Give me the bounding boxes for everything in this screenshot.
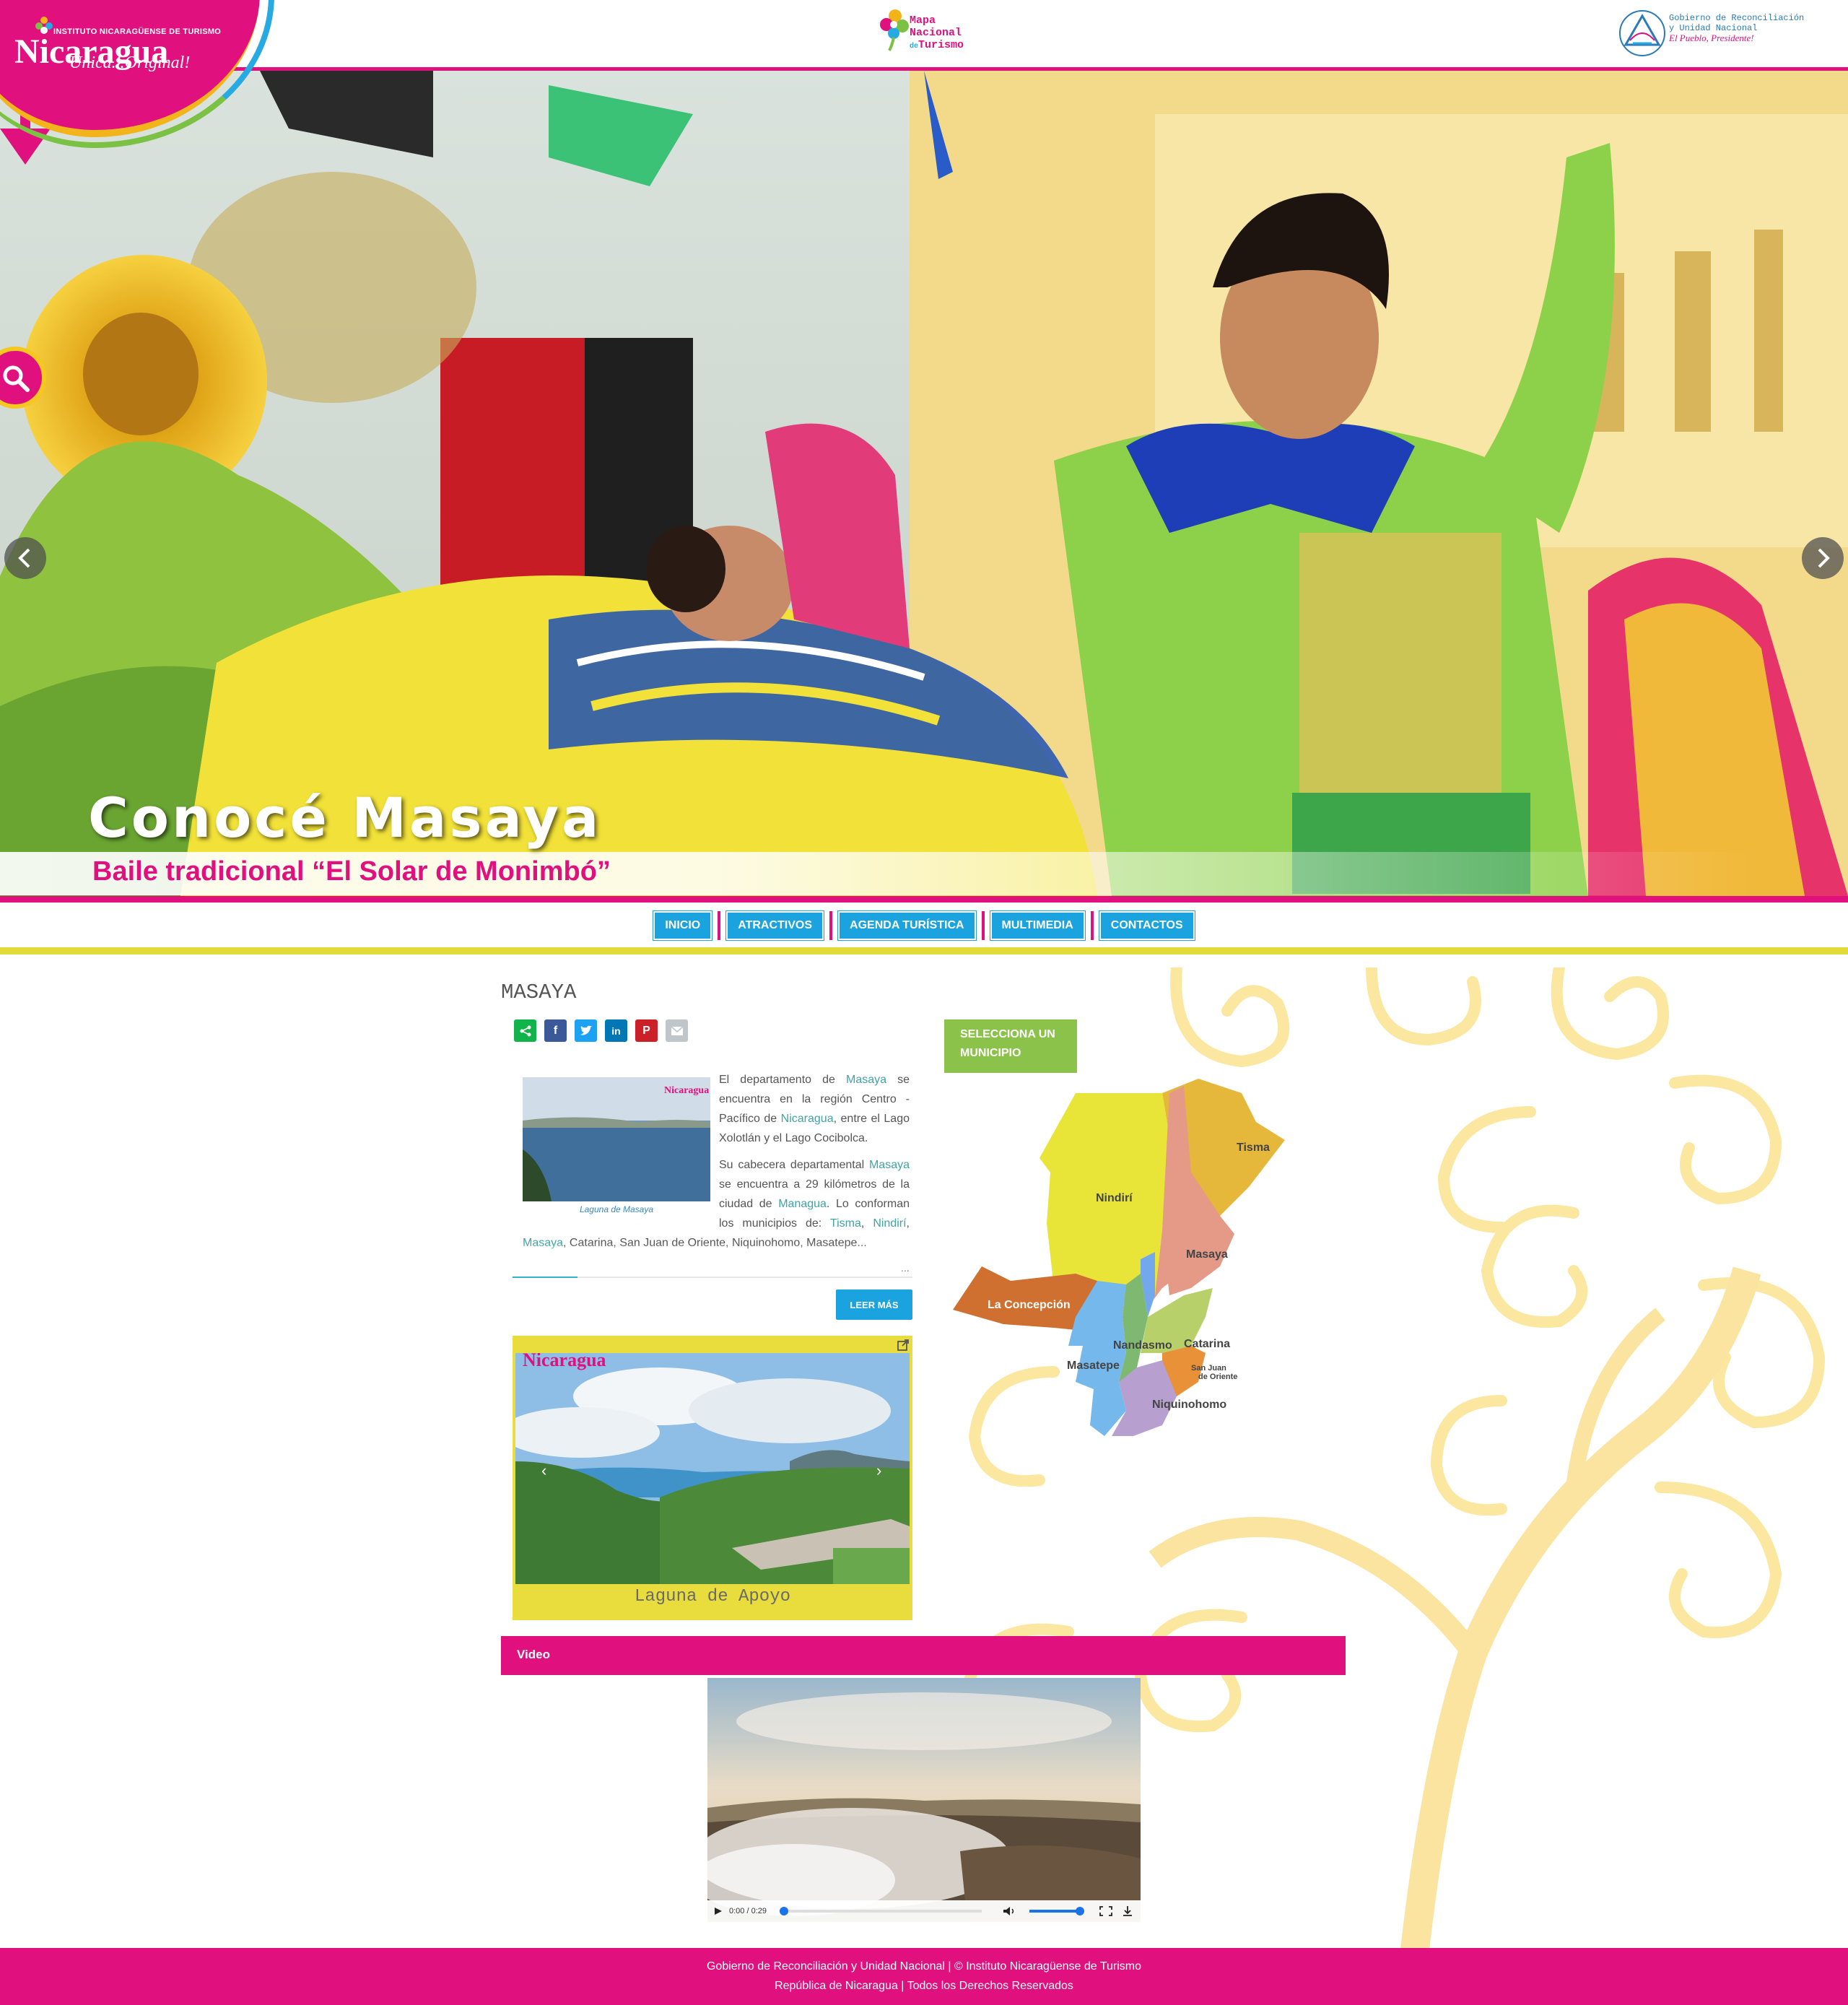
gobierno-text: Gobierno de Reconciliación y Unidad Naci… bbox=[1669, 13, 1805, 43]
download-icon[interactable] bbox=[1119, 1905, 1136, 1917]
article-ellipsis: ... bbox=[901, 1262, 910, 1274]
nav-item-multimedia[interactable]: MULTIMEDIA bbox=[989, 910, 1086, 941]
gallery-prev-icon[interactable]: ‹ bbox=[541, 1461, 546, 1480]
photo-gallery[interactable]: Nicaragua ‹ › Laguna de Apoyo bbox=[513, 1336, 912, 1620]
nicaragua-logo[interactable]: INSTITUTO NICARAGÜENSE DE TURISMO Nicara… bbox=[0, 0, 274, 148]
nav-item-atractivos[interactable]: ATRACTIVOS bbox=[725, 910, 825, 941]
nicaragua-seal-icon bbox=[1619, 10, 1665, 56]
link-tisma[interactable]: Tisma bbox=[830, 1217, 861, 1230]
play-icon[interactable] bbox=[707, 1905, 729, 1917]
fullscreen-icon[interactable] bbox=[1097, 1905, 1115, 1917]
chevron-right-icon bbox=[1818, 548, 1830, 568]
link-nicaragua[interactable]: Nicaragua bbox=[781, 1113, 834, 1125]
slider-next-button[interactable] bbox=[1802, 537, 1844, 579]
nav-item-contactos[interactable]: CONTACTOS bbox=[1098, 910, 1195, 941]
footer-line-2: República de Nicaragua | Todos los Derec… bbox=[775, 1980, 1073, 1992]
read-more-button[interactable]: LEER MÁS bbox=[836, 1289, 912, 1320]
video-controls: 0:00 / 0:29 bbox=[707, 1900, 1141, 1922]
nav-item-agenda-turistica[interactable]: AGENDA TURÍSTICA bbox=[837, 910, 977, 941]
volume-slider[interactable] bbox=[1029, 1907, 1084, 1915]
mapa-nacional-logo[interactable]: Mapa Nacional deTurismo bbox=[879, 6, 973, 56]
gallery-caption: Laguna de Apoyo bbox=[634, 1587, 791, 1606]
link-masaya-2[interactable]: Masaya bbox=[869, 1159, 910, 1171]
map-label-nindiri: Nindirí bbox=[1096, 1192, 1133, 1204]
share-icon[interactable] bbox=[514, 1019, 536, 1042]
hero-photo bbox=[0, 71, 1848, 896]
video-poster bbox=[707, 1678, 1141, 1922]
link-managua[interactable]: Managua bbox=[778, 1198, 827, 1210]
share-bar: f in P bbox=[514, 1019, 688, 1042]
pinterest-icon[interactable]: P bbox=[635, 1019, 658, 1042]
svg-text:Nicaragua: Nicaragua bbox=[523, 1353, 606, 1370]
article-text: El departamento de Masaya se encuentra e… bbox=[523, 1070, 910, 1253]
hero-slider[interactable]: Conocé Masaya Baile tradicional “El Sola… bbox=[0, 71, 1848, 896]
video-progress-bar[interactable] bbox=[780, 1907, 982, 1915]
gallery-image[interactable]: Nicaragua ‹ › bbox=[515, 1353, 910, 1584]
map-label-la-concepcion: La Concepción bbox=[988, 1299, 1071, 1311]
video-player[interactable] bbox=[707, 1678, 1141, 1922]
facebook-icon[interactable]: f bbox=[544, 1019, 567, 1042]
external-link-icon[interactable] bbox=[897, 1339, 910, 1352]
search-icon bbox=[3, 365, 30, 392]
video-time: 0:00 / 0:29 bbox=[729, 1907, 767, 1915]
page-title: MASAYA bbox=[501, 980, 577, 1004]
hero-title: Conocé Masaya bbox=[88, 786, 602, 850]
volume-icon[interactable] bbox=[993, 1905, 1022, 1917]
laguna-apoyo-photo: Nicaragua bbox=[515, 1353, 910, 1584]
nav-top-border bbox=[0, 896, 1848, 903]
video-heading: Video bbox=[517, 1648, 550, 1661]
nav-bottom-border bbox=[0, 947, 1848, 954]
map-label-catarina: Catarina bbox=[1184, 1338, 1230, 1350]
article-divider bbox=[513, 1276, 912, 1278]
main-nav: INICIO ATRACTIVOS AGENDA TURÍSTICA MULTI… bbox=[0, 903, 1848, 949]
mapa-nacional-text: Mapa Nacional deTurismo bbox=[910, 14, 964, 51]
site-header: Mapa Nacional deTurismo Gobierno de Reco… bbox=[0, 0, 1848, 71]
logo-tagline: Única...Original! bbox=[69, 53, 191, 72]
flower-logo-icon bbox=[880, 9, 909, 51]
masaya-municipios-map[interactable]: Tisma Nindirí Masaya La Concepción Nanda… bbox=[946, 1079, 1321, 1447]
email-icon[interactable] bbox=[666, 1019, 688, 1042]
select-municipio-button[interactable]: SELECCIONA UN MUNICIPIO bbox=[944, 1019, 1077, 1073]
twitter-icon[interactable] bbox=[575, 1019, 597, 1042]
map-label-niquinohomo: Niquinohomo bbox=[1152, 1399, 1226, 1411]
map-label-nandasmo: Nandasmo bbox=[1113, 1339, 1172, 1352]
chevron-left-icon bbox=[18, 548, 30, 568]
map-label-tisma: Tisma bbox=[1237, 1141, 1270, 1154]
link-masaya[interactable]: Masaya bbox=[846, 1074, 886, 1086]
site-footer: Gobierno de Reconciliación y Unidad Naci… bbox=[0, 1948, 1848, 2005]
footer-line-1: Gobierno de Reconciliación y Unidad Naci… bbox=[706, 1960, 1142, 1973]
hero-subtitle: Baile tradicional “El Solar de Monimbó” bbox=[92, 856, 611, 887]
link-nindiri[interactable]: Nindirí bbox=[873, 1217, 906, 1230]
video-section-header: Video bbox=[501, 1636, 1346, 1675]
map-label-masaya: Masaya bbox=[1186, 1248, 1228, 1261]
article-summary: Nicaragua Laguna de Masaya El departamen… bbox=[513, 1070, 912, 1265]
gallery-next-icon[interactable]: › bbox=[876, 1461, 881, 1480]
map-label-masatepe: Masatepe bbox=[1067, 1360, 1120, 1372]
gobierno-logo[interactable]: Gobierno de Reconciliación y Unidad Naci… bbox=[1617, 7, 1834, 65]
slider-prev-button[interactable] bbox=[4, 537, 46, 579]
linkedin-icon[interactable]: in bbox=[605, 1019, 627, 1042]
map-label-de-oriente: de Oriente bbox=[1198, 1373, 1237, 1381]
map-label-san-juan: San Juan bbox=[1191, 1364, 1226, 1373]
nav-item-inicio[interactable]: INICIO bbox=[653, 910, 713, 941]
